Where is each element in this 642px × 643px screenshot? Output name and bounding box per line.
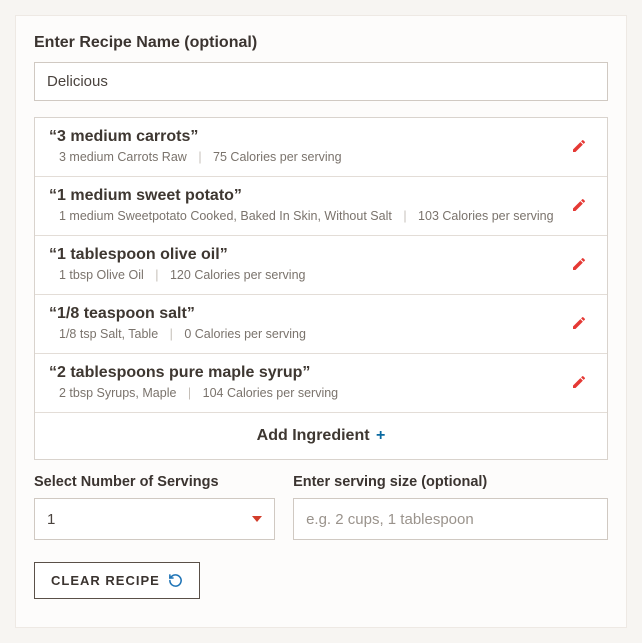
clear-recipe-label: CLEAR RECIPE (51, 573, 160, 588)
add-ingredient-label: Add Ingredient (257, 427, 370, 444)
ingredient-meta: 1 medium Sweetpotato Cooked, Baked In Sk… (49, 209, 565, 223)
clear-recipe-button[interactable]: CLEAR RECIPE (34, 562, 200, 599)
recipe-card: Enter Recipe Name (optional) “3 medium c… (15, 15, 627, 628)
clear-row: CLEAR RECIPE (34, 562, 608, 599)
recipe-name-input[interactable] (34, 62, 608, 101)
serving-size-col: Enter serving size (optional) (293, 474, 608, 540)
ingredient-row: “3 medium carrots” 3 medium Carrots Raw … (35, 118, 607, 177)
ingredient-title: “1/8 teaspoon salt” (49, 305, 565, 323)
refresh-icon (168, 573, 183, 588)
ingredient-detail: 1/8 tsp Salt, Table (59, 327, 158, 341)
ingredient-calories: 120 Calories per serving (170, 268, 306, 282)
pencil-icon[interactable] (565, 368, 593, 396)
ingredient-list: “3 medium carrots” 3 medium Carrots Raw … (34, 117, 608, 460)
ingredient-meta: 2 tbsp Syrups, Maple | 104 Calories per … (49, 386, 565, 400)
ingredient-detail: 1 medium Sweetpotato Cooked, Baked In Sk… (59, 209, 392, 223)
pencil-icon[interactable] (565, 132, 593, 160)
ingredient-content: “3 medium carrots” 3 medium Carrots Raw … (49, 128, 565, 164)
ingredient-title: “2 tablespoons pure maple syrup” (49, 364, 565, 382)
serving-size-label: Enter serving size (optional) (293, 474, 608, 490)
serving-size-input[interactable] (293, 498, 608, 540)
meta-divider: | (188, 386, 191, 400)
ingredient-detail: 3 medium Carrots Raw (59, 150, 187, 164)
servings-label: Select Number of Servings (34, 474, 275, 490)
ingredient-calories: 104 Calories per serving (203, 386, 339, 400)
ingredient-meta: 3 medium Carrots Raw | 75 Calories per s… (49, 150, 565, 164)
ingredient-title: “1 medium sweet potato” (49, 187, 565, 205)
ingredient-row: “1 medium sweet potato” 1 medium Sweetpo… (35, 177, 607, 236)
add-ingredient-button[interactable]: Add Ingredient + (35, 413, 607, 459)
servings-value: 1 (47, 511, 55, 528)
meta-divider: | (155, 268, 158, 282)
chevron-down-icon (252, 516, 262, 522)
ingredient-meta: 1 tbsp Olive Oil | 120 Calories per serv… (49, 268, 565, 282)
meta-divider: | (403, 209, 406, 223)
servings-select[interactable]: 1 (34, 498, 275, 540)
plus-icon: + (376, 427, 385, 444)
ingredient-content: “2 tablespoons pure maple syrup” 2 tbsp … (49, 364, 565, 400)
ingredient-calories: 103 Calories per serving (418, 209, 554, 223)
servings-col: Select Number of Servings 1 (34, 474, 275, 540)
ingredient-content: “1/8 teaspoon salt” 1/8 tsp Salt, Table … (49, 305, 565, 341)
meta-divider: | (198, 150, 201, 164)
pencil-icon[interactable] (565, 309, 593, 337)
ingredient-content: “1 tablespoon olive oil” 1 tbsp Olive Oi… (49, 246, 565, 282)
ingredient-calories: 0 Calories per serving (184, 327, 306, 341)
recipe-name-label: Enter Recipe Name (optional) (34, 34, 608, 52)
meta-divider: | (170, 327, 173, 341)
ingredient-calories: 75 Calories per serving (213, 150, 342, 164)
ingredient-content: “1 medium sweet potato” 1 medium Sweetpo… (49, 187, 565, 223)
pencil-icon[interactable] (565, 250, 593, 278)
bottom-controls: Select Number of Servings 1 Enter servin… (34, 474, 608, 540)
ingredient-row: “1/8 teaspoon salt” 1/8 tsp Salt, Table … (35, 295, 607, 354)
ingredient-detail: 2 tbsp Syrups, Maple (59, 386, 176, 400)
ingredient-title: “3 medium carrots” (49, 128, 565, 146)
ingredient-title: “1 tablespoon olive oil” (49, 246, 565, 264)
ingredient-row: “2 tablespoons pure maple syrup” 2 tbsp … (35, 354, 607, 413)
ingredient-detail: 1 tbsp Olive Oil (59, 268, 144, 282)
ingredient-meta: 1/8 tsp Salt, Table | 0 Calories per ser… (49, 327, 565, 341)
ingredient-row: “1 tablespoon olive oil” 1 tbsp Olive Oi… (35, 236, 607, 295)
pencil-icon[interactable] (565, 191, 593, 219)
